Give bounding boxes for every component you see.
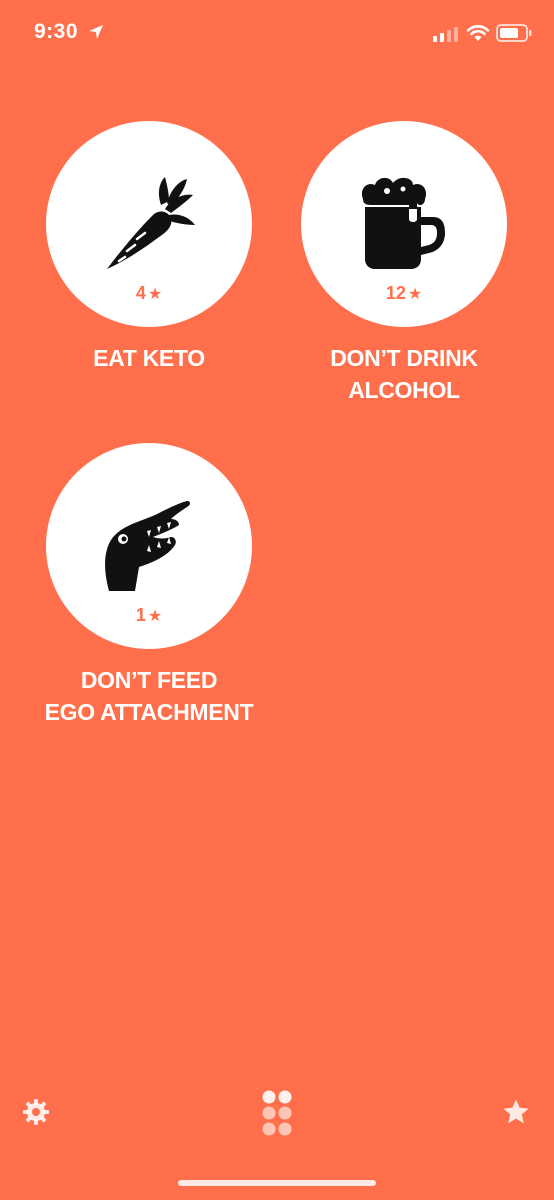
star-icon (501, 1099, 531, 1131)
status-bar: 9:30 (0, 0, 554, 66)
location-arrow-icon (88, 24, 104, 45)
favorites-button[interactable] (501, 1097, 531, 1132)
star-icon: ★ (147, 286, 163, 303)
habit-tile-eat-keto[interactable]: 4 ★ EAT KETO (19, 121, 279, 381)
settings-button[interactable] (22, 1098, 50, 1131)
home-indicator[interactable] (178, 1180, 376, 1186)
carrot-icon (99, 175, 199, 276)
beer-mug-icon (359, 175, 449, 274)
habit-circle[interactable]: 1 ★ (46, 443, 252, 649)
habit-label: DON’T DRINK ALCOHOL (330, 345, 478, 403)
habit-star-count-value: 12 (385, 283, 406, 303)
habit-circle[interactable]: 12 ★ (301, 121, 507, 327)
habit-star-count: 12 ★ (301, 283, 507, 304)
battery-icon (496, 24, 532, 47)
habit-label: DON’T FEED EGO ATTACHMENT (44, 667, 254, 725)
habit-tile-dont-feed-ego-attachment[interactable]: 1 ★ DON’T FEED EGO ATTACHMENT (19, 443, 279, 733)
habits-grid-button[interactable] (262, 1090, 292, 1141)
cellular-signal-icon (433, 26, 459, 47)
crocodile-icon (101, 499, 197, 598)
gear-icon (22, 1099, 50, 1130)
habit-label: EAT KETO (93, 345, 205, 371)
wifi-icon (466, 24, 490, 47)
habit-star-count: 1 ★ (46, 605, 252, 626)
habit-star-count-value: 1 (135, 605, 146, 625)
star-icon: ★ (407, 286, 423, 303)
status-time: 9:30 (34, 20, 79, 43)
habit-tile-dont-drink-alcohol[interactable]: 12 ★ DON’T DRINK ALCOHOL (274, 121, 534, 403)
star-icon: ★ (147, 608, 163, 625)
habit-star-count: 4 ★ (46, 283, 252, 304)
habit-star-count-value: 4 (135, 283, 146, 303)
habit-circle[interactable]: 4 ★ (46, 121, 252, 327)
grid-dots-icon (262, 1090, 292, 1140)
